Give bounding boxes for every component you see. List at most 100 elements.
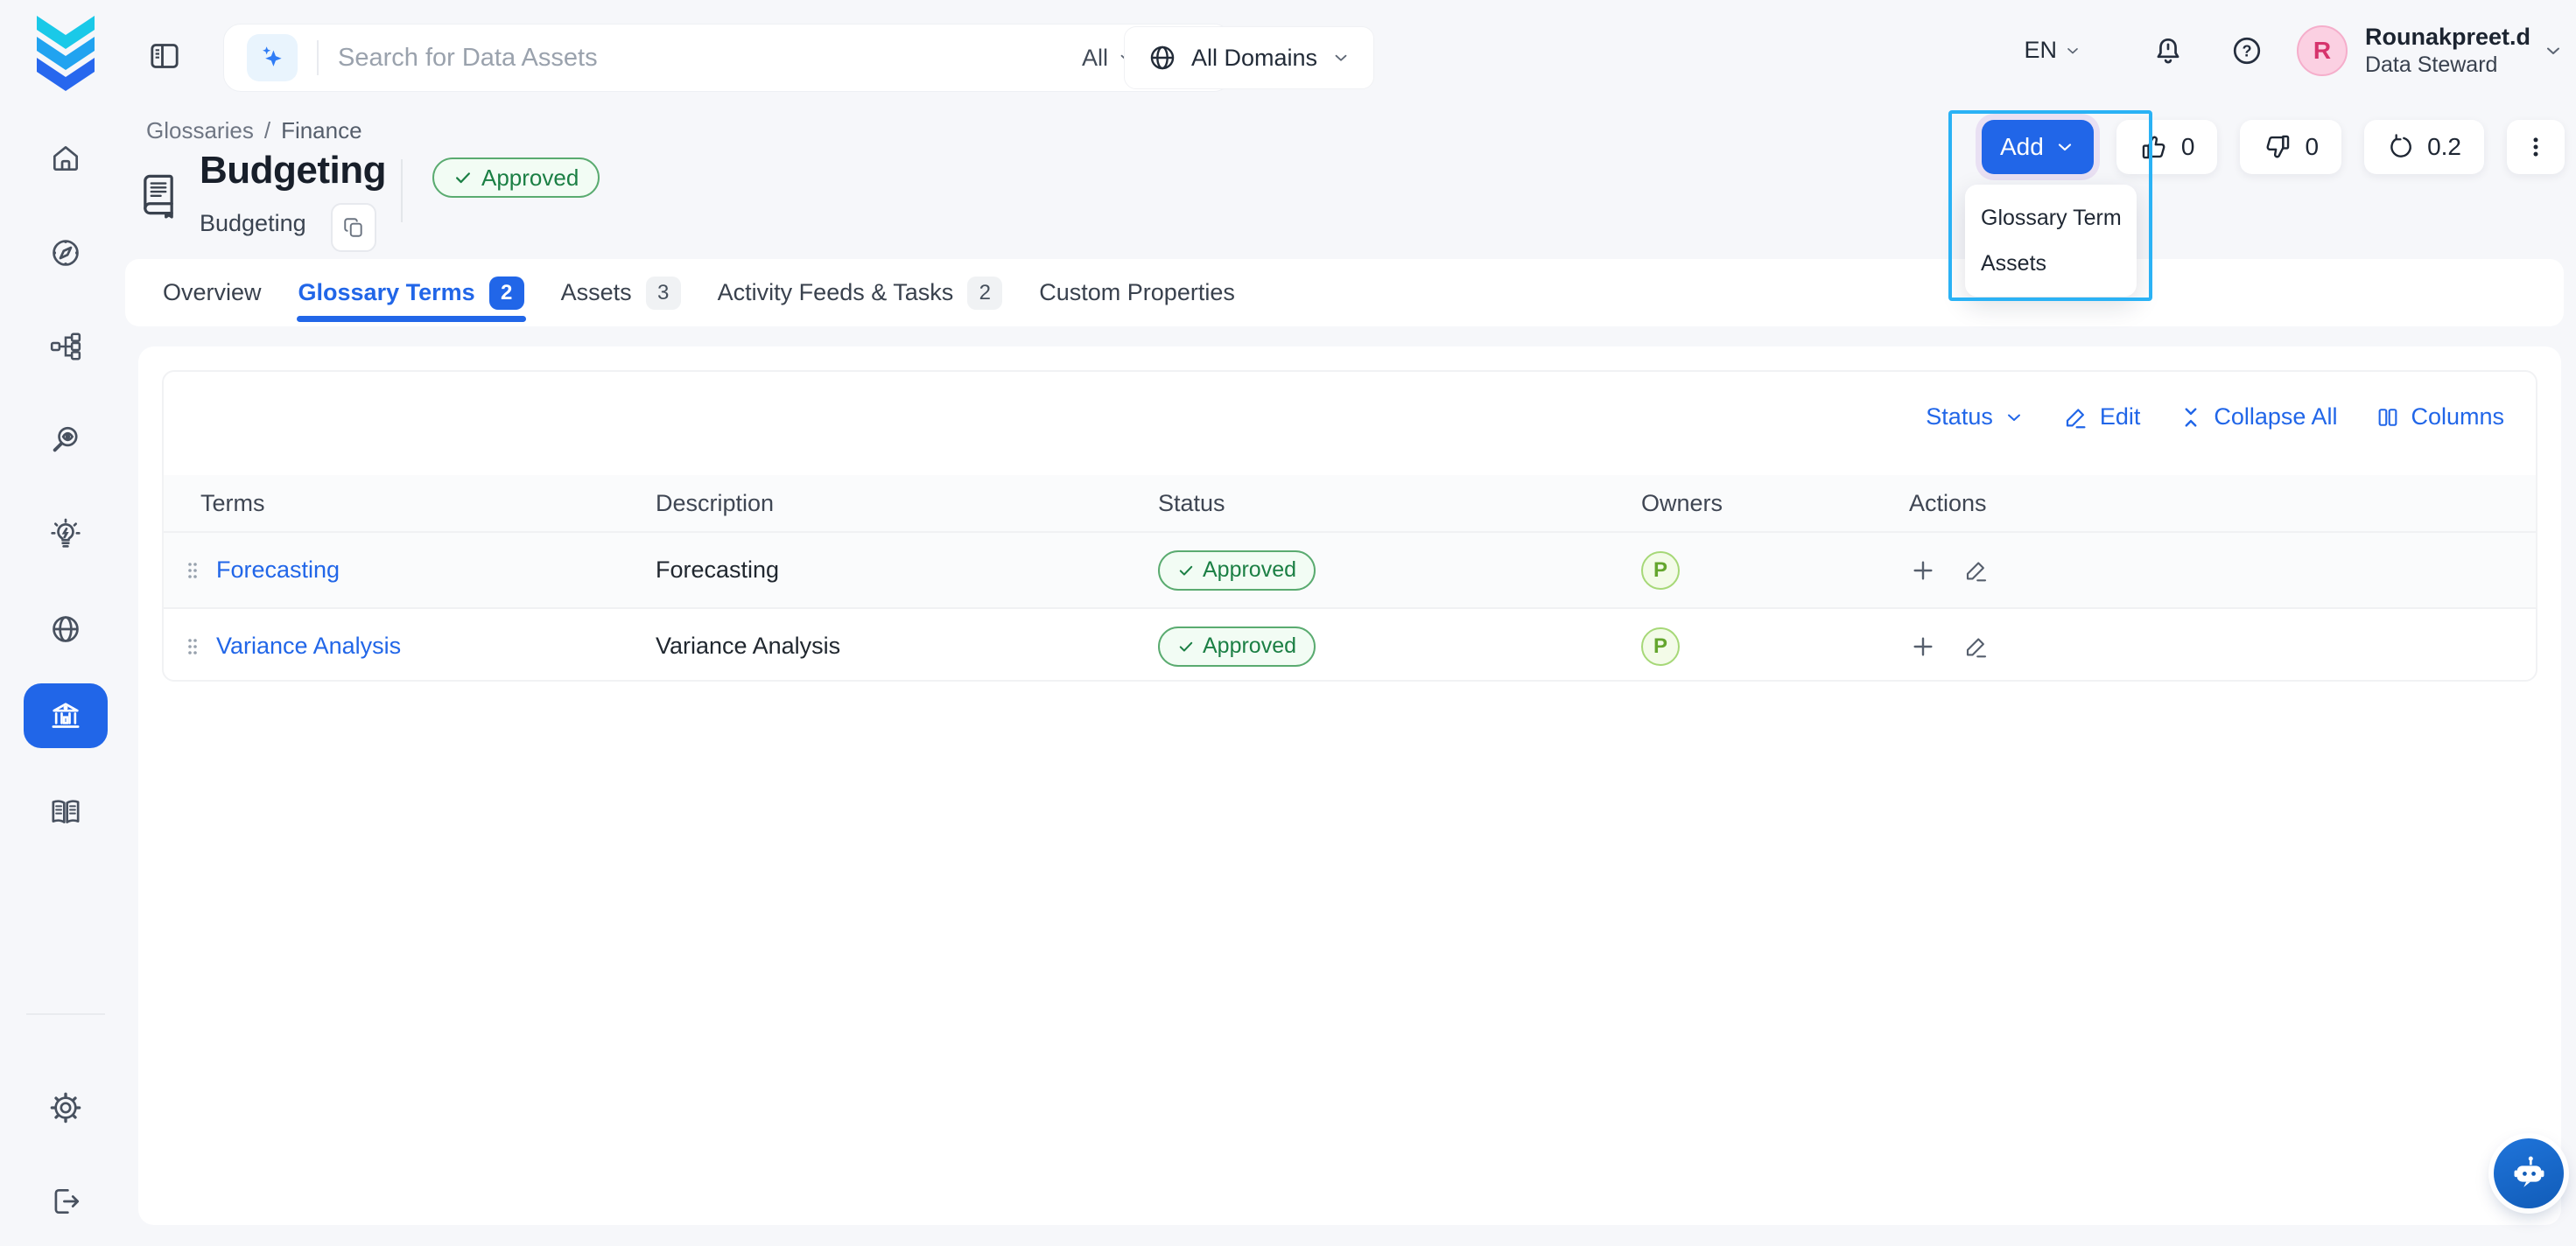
sidebar-item-explore[interactable]	[49, 236, 82, 270]
sidebar-item-home[interactable]	[49, 142, 82, 175]
topbar-right-cluster: EN ? R Rounakpreet.d Data Steward	[2024, 0, 2564, 101]
insights-icon	[48, 517, 83, 552]
language-value: EN	[2024, 37, 2057, 64]
upvote-button[interactable]: 0	[2116, 120, 2218, 174]
globe-icon	[49, 612, 82, 646]
copy-name-button[interactable]	[331, 203, 376, 252]
add-button[interactable]: Add	[1982, 120, 2094, 174]
sidebar-item-observability[interactable]	[49, 424, 82, 457]
ai-search-toggle[interactable]	[247, 34, 298, 81]
sidebar-divider	[26, 1013, 105, 1015]
sidebar-item-glossary-docs[interactable]	[48, 794, 83, 830]
global-search-bar: All	[223, 24, 1232, 92]
copy-icon	[342, 216, 365, 239]
term-cell: Forecasting	[164, 556, 642, 584]
pencil-icon	[1963, 557, 1990, 584]
chevron-down-icon	[2054, 136, 2075, 158]
term-status-cell: Approved	[1139, 626, 1620, 667]
help-icon: ?	[2230, 34, 2264, 67]
add-child-term-button[interactable]	[1909, 556, 1937, 584]
tab-activity-count: 2	[967, 276, 1002, 310]
svg-text:?: ?	[2242, 42, 2251, 60]
downvote-button[interactable]: 0	[2240, 120, 2341, 174]
col-header-status: Status	[1139, 490, 1620, 517]
drag-handle-icon[interactable]	[183, 559, 202, 582]
term-actions-cell	[1883, 556, 2536, 584]
tab-activity-feeds[interactable]: Activity Feeds & Tasks 2	[718, 259, 1003, 326]
term-status-cell: Approved	[1139, 550, 1620, 591]
tab-custom-properties[interactable]: Custom Properties	[1039, 259, 1235, 326]
columns-button[interactable]: Columns	[2376, 403, 2504, 430]
user-info[interactable]: Rounakpreet.d Data Steward	[2365, 23, 2530, 79]
term-link[interactable]: Forecasting	[216, 556, 340, 584]
edit-button[interactable]: Edit	[2063, 403, 2141, 430]
col-header-owners: Owners	[1620, 490, 1883, 517]
search-input[interactable]	[338, 44, 1082, 73]
term-owners-cell: P	[1620, 627, 1883, 666]
add-dropdown-menu: Glossary Term Assets	[1965, 185, 2137, 297]
breadcrumb-finance[interactable]: Finance	[281, 117, 362, 144]
sidebar-toggle-button[interactable]	[147, 38, 182, 74]
term-link[interactable]: Variance Analysis	[216, 633, 401, 660]
add-child-term-button[interactable]	[1909, 633, 1937, 661]
edit-term-button[interactable]	[1963, 634, 1990, 660]
tab-glossary-terms-count: 2	[489, 276, 524, 310]
sidebar-item-insights[interactable]	[48, 517, 83, 552]
menu-item-assets[interactable]: Assets	[1965, 241, 2137, 286]
pencil-icon	[2063, 404, 2089, 430]
thumbs-up-icon	[2139, 132, 2169, 162]
table-row: Forecasting Forecasting Approved P	[164, 531, 2536, 607]
tab-glossary-terms[interactable]: Glossary Terms 2	[298, 259, 524, 326]
edit-term-button[interactable]	[1963, 557, 1990, 584]
owner-avatar[interactable]: P	[1641, 627, 1680, 666]
user-avatar[interactable]: R	[2297, 25, 2348, 76]
check-icon	[1177, 638, 1195, 655]
sidebar-item-domains[interactable]	[49, 612, 82, 646]
all-domains-button[interactable]: All Domains	[1124, 26, 1374, 89]
title-divider	[401, 159, 403, 222]
plus-icon	[1909, 633, 1937, 661]
version-button[interactable]: 0.2	[2364, 120, 2484, 174]
lineage-icon	[49, 330, 82, 363]
app-logo[interactable]	[32, 14, 100, 93]
owner-avatar[interactable]: P	[1641, 551, 1680, 590]
chevron-down-icon[interactable]	[2543, 40, 2564, 61]
plus-icon	[1909, 556, 1937, 584]
tab-activity-label: Activity Feeds & Tasks	[718, 279, 954, 306]
owner-initial: P	[1653, 634, 1667, 659]
status-badge-label: Approved	[481, 164, 579, 192]
tab-assets[interactable]: Assets 3	[561, 259, 681, 326]
tab-overview[interactable]: Overview	[163, 259, 262, 326]
status-filter[interactable]: Status	[1926, 403, 2025, 430]
observability-icon	[49, 424, 82, 457]
sidebar-item-govern-active[interactable]	[24, 683, 108, 748]
search-divider	[317, 40, 319, 75]
robot-icon	[2509, 1153, 2549, 1194]
collapse-all-icon	[2179, 405, 2203, 430]
columns-button-label: Columns	[2411, 403, 2504, 430]
search-scope-value: All	[1082, 45, 1108, 72]
sidebar-item-lineage[interactable]	[49, 330, 82, 363]
drag-handle-icon[interactable]	[183, 635, 202, 658]
more-options-button[interactable]	[2507, 120, 2565, 174]
notifications-button[interactable]	[2151, 34, 2185, 67]
table-header-row: Terms Description Status Owners Actions	[164, 475, 2536, 531]
chevron-down-icon	[2064, 42, 2081, 60]
collapse-all-button[interactable]: Collapse All	[2179, 403, 2337, 430]
bank-icon	[48, 698, 83, 733]
logout-icon	[49, 1185, 82, 1218]
chevron-down-icon	[1331, 48, 1351, 67]
term-actions-cell	[1883, 633, 2536, 661]
term-description: Variance Analysis	[642, 633, 1139, 660]
sidebar-item-settings[interactable]	[48, 1090, 83, 1125]
menu-item-glossary-term[interactable]: Glossary Term	[1965, 195, 2137, 241]
check-icon	[1177, 562, 1195, 579]
language-select[interactable]: EN	[2024, 37, 2081, 64]
help-button[interactable]: ?	[2230, 34, 2264, 67]
check-icon	[453, 168, 473, 187]
table-row: Variance Analysis Variance Analysis Appr…	[164, 607, 2536, 682]
chatbot-button[interactable]	[2494, 1138, 2564, 1208]
sidebar-item-logout[interactable]	[49, 1185, 82, 1218]
breadcrumb-glossaries[interactable]: Glossaries	[146, 117, 254, 144]
glossary-book-icon	[136, 170, 181, 220]
